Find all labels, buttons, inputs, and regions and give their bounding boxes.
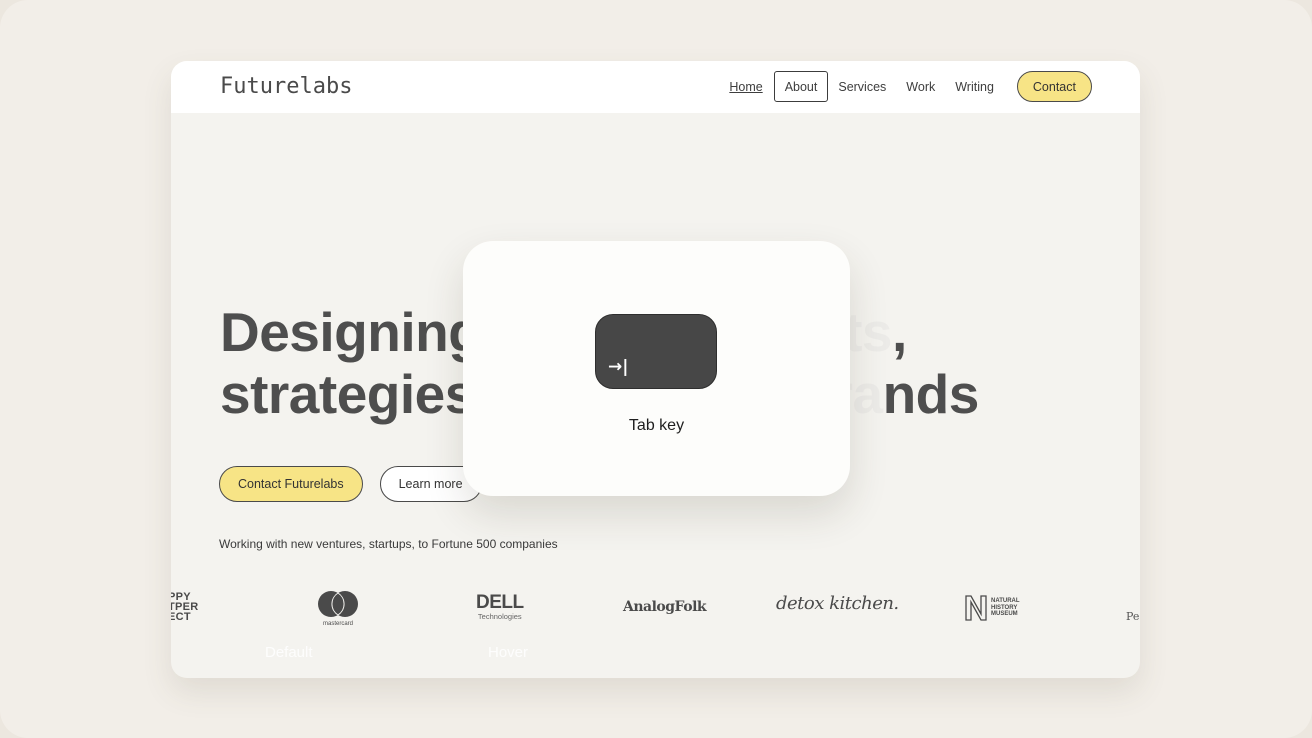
hero-line1-text: Designing <box>220 301 482 363</box>
stage-background: Futurelabs Home About Services Work Writ… <box>0 0 1312 738</box>
hero-line2-text: strategies <box>220 363 475 425</box>
top-navbar: Futurelabs Home About Services Work Writ… <box>171 61 1140 113</box>
nav-about[interactable]: About <box>773 71 829 102</box>
hero-line2-end: nds <box>882 363 980 425</box>
main-nav: Home About Services Work Writing Contact <box>719 71 1092 102</box>
dell-wordmark: DELL <box>476 592 524 613</box>
client-logo-mastercard: mastercard <box>315 590 361 627</box>
mastercard-wordmark: mastercard <box>322 621 353 627</box>
client-logos: PPY TPER ECT mastercard DELL Technologie… <box>171 588 1140 628</box>
nav-work[interactable]: Work <box>896 71 945 102</box>
nav-writing[interactable]: Writing <box>945 71 1004 102</box>
tab-key-cap: →| <box>595 314 717 389</box>
client-logo-happy-paper: PPY TPER ECT <box>171 591 199 623</box>
hero-line1-end: , <box>892 301 907 363</box>
nav-services[interactable]: Services <box>828 71 896 102</box>
contact-futurelabs-button[interactable]: Contact Futurelabs <box>219 466 363 502</box>
nav-home[interactable]: Home <box>719 71 772 102</box>
client-logo-detox-kitchen: detox kitchen. <box>776 593 899 614</box>
nhm-wordmark: NATURAL HISTORY MUSEUM <box>991 598 1020 618</box>
client-logo-dell: DELL Technologies <box>476 592 524 621</box>
key-label: Tab key <box>628 417 685 434</box>
mastercard-icon <box>318 591 358 617</box>
cta-row: Contact Futurelabs Learn more <box>219 466 482 502</box>
state-label-hover: Hover <box>488 644 529 661</box>
state-label-default: Default <box>265 644 313 661</box>
keystroke-overlay: →| Tab key <box>463 241 850 496</box>
client-logo-analogfolk: AnalogFolk <box>623 599 707 615</box>
tab-arrow-icon: →| <box>608 357 629 377</box>
site-logo[interactable]: Futurelabs <box>220 74 352 99</box>
clients-caption: Working with new ventures, startups, to … <box>219 537 558 551</box>
nhm-n-icon <box>965 595 987 621</box>
client-logo-partial: Pe <box>1126 610 1140 623</box>
client-logo-nhm: NATURAL HISTORY MUSEUM <box>964 594 1020 622</box>
dell-subtext: Technologies <box>477 612 522 621</box>
nav-contact-button[interactable]: Contact <box>1016 71 1092 102</box>
